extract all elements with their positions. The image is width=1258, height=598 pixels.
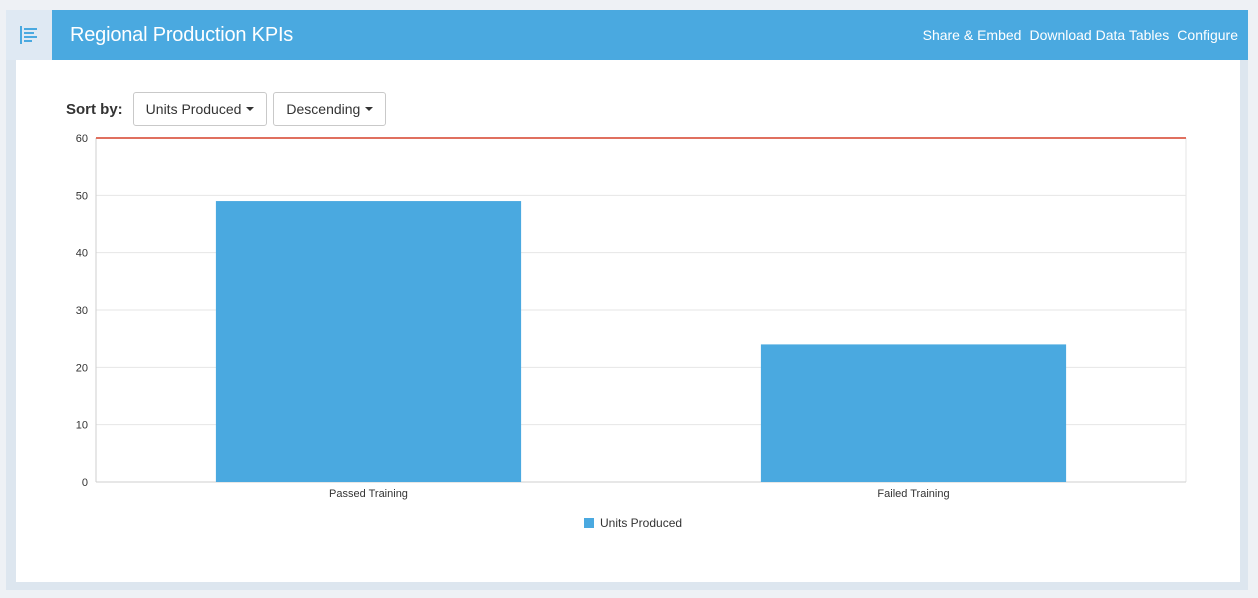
y-tick-label: 0 — [82, 477, 88, 489]
download-data-tables-link[interactable]: Download Data Tables — [1029, 27, 1169, 43]
list-menu-icon — [20, 26, 37, 44]
chart-legend: Units Produced — [584, 516, 682, 530]
y-tick-label: 60 — [76, 133, 88, 145]
page-title: Regional Production KPIs — [70, 23, 294, 46]
y-tick-label: 40 — [76, 248, 88, 260]
x-tick-label: Passed Training — [329, 488, 408, 500]
chart-panel: Sort by: Units Produced Descending 0 10 20… — [16, 60, 1240, 582]
bar-chart: 0 10 20 30 40 50 60 Passed Training Failed Train… — [76, 133, 1187, 500]
y-tick-label: 10 — [76, 420, 88, 432]
header-bar: Regional Production KPIs Share & Embed D… — [6, 10, 1248, 60]
app-frame: Regional Production KPIs Share & Embed D… — [6, 10, 1248, 590]
y-tick-label: 30 — [76, 305, 88, 317]
configure-link[interactable]: Configure — [1177, 27, 1238, 43]
legend-swatch — [584, 518, 594, 528]
x-tick-label: Failed Training — [877, 488, 949, 500]
y-tick-label: 20 — [76, 362, 88, 374]
bar — [215, 201, 522, 483]
menu-button[interactable] — [6, 10, 52, 60]
share-embed-link[interactable]: Share & Embed — [923, 27, 1022, 43]
header-links: Share & Embed Download Data Tables Confi… — [923, 27, 1238, 43]
legend-label: Units Produced — [600, 516, 683, 530]
y-tick-label: 50 — [76, 190, 88, 202]
bar — [760, 344, 1067, 482]
